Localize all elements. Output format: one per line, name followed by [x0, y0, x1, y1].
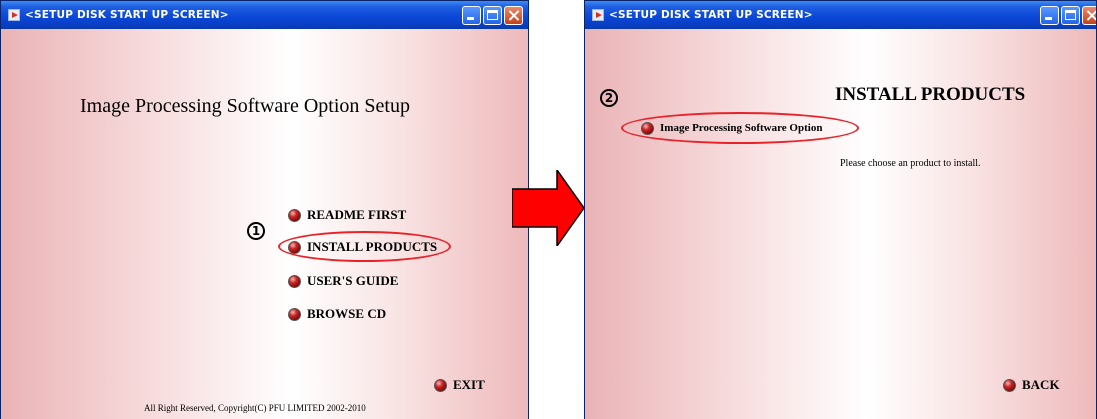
users-guide-button[interactable]: USER'S GUIDE: [288, 271, 398, 291]
bullet-icon: [288, 307, 301, 321]
bullet-icon: [288, 274, 301, 288]
copyright-text: All Right Reserved, Copyright(C) PFU LIM…: [144, 403, 366, 413]
window-title: <SETUP DISK START UP SCREEN>: [25, 9, 229, 21]
app-icon: [592, 9, 604, 21]
bullet-icon: [1003, 378, 1016, 392]
app-icon: [8, 9, 20, 21]
red-right-arrow-icon: [512, 170, 585, 246]
page-title: Image Processing Software Option Setup: [80, 95, 410, 117]
product-image-processing-option[interactable]: Image Processing Software Option: [641, 118, 822, 138]
window-title: <SETUP DISK START UP SCREEN>: [609, 9, 813, 21]
title-bar[interactable]: <SETUP DISK START UP SCREEN>: [585, 1, 1096, 29]
title-bar[interactable]: <SETUP DISK START UP SCREEN>: [1, 1, 528, 29]
close-button[interactable]: [504, 6, 523, 25]
maximize-button[interactable]: [1061, 6, 1080, 25]
window-content: INSTALL PRODUCTS 2 Image Processing Soft…: [585, 29, 1096, 419]
maximize-button[interactable]: [483, 6, 502, 25]
users-guide-label: USER'S GUIDE: [307, 273, 399, 288]
back-button[interactable]: BACK: [1003, 375, 1060, 395]
setup-window-main: <SETUP DISK START UP SCREEN> Image Proce…: [0, 0, 529, 419]
setup-window-install: <SETUP DISK START UP SCREEN> INSTALL PRO…: [584, 0, 1097, 419]
browse-cd-button[interactable]: BROWSE CD: [288, 304, 386, 324]
readme-first-button[interactable]: README FIRST: [288, 205, 406, 225]
step-number-badge: 1: [247, 222, 265, 240]
close-button[interactable]: [1082, 6, 1096, 25]
install-products-button[interactable]: INSTALL PRODUCTS: [288, 237, 437, 257]
window-content: Image Processing Software Option Setup R…: [1, 29, 528, 419]
instruction-text: Please choose an product to install.: [840, 158, 981, 169]
step-number-badge: 2: [600, 89, 618, 107]
bullet-icon: [288, 208, 301, 222]
page-title: INSTALL PRODUCTS: [835, 84, 1026, 105]
install-products-label: INSTALL PRODUCTS: [307, 239, 438, 254]
browse-cd-label: BROWSE CD: [307, 306, 387, 321]
minimize-button[interactable]: [462, 6, 481, 25]
bullet-icon: [641, 121, 654, 135]
minimize-button[interactable]: [1040, 6, 1059, 25]
bullet-icon: [434, 378, 447, 392]
exit-button[interactable]: EXIT: [434, 375, 485, 395]
readme-first-label: README FIRST: [307, 207, 407, 222]
bullet-icon: [288, 240, 301, 254]
product-label: Image Processing Software Option: [660, 122, 823, 134]
exit-label: EXIT: [453, 377, 485, 392]
back-label: BACK: [1022, 377, 1060, 392]
